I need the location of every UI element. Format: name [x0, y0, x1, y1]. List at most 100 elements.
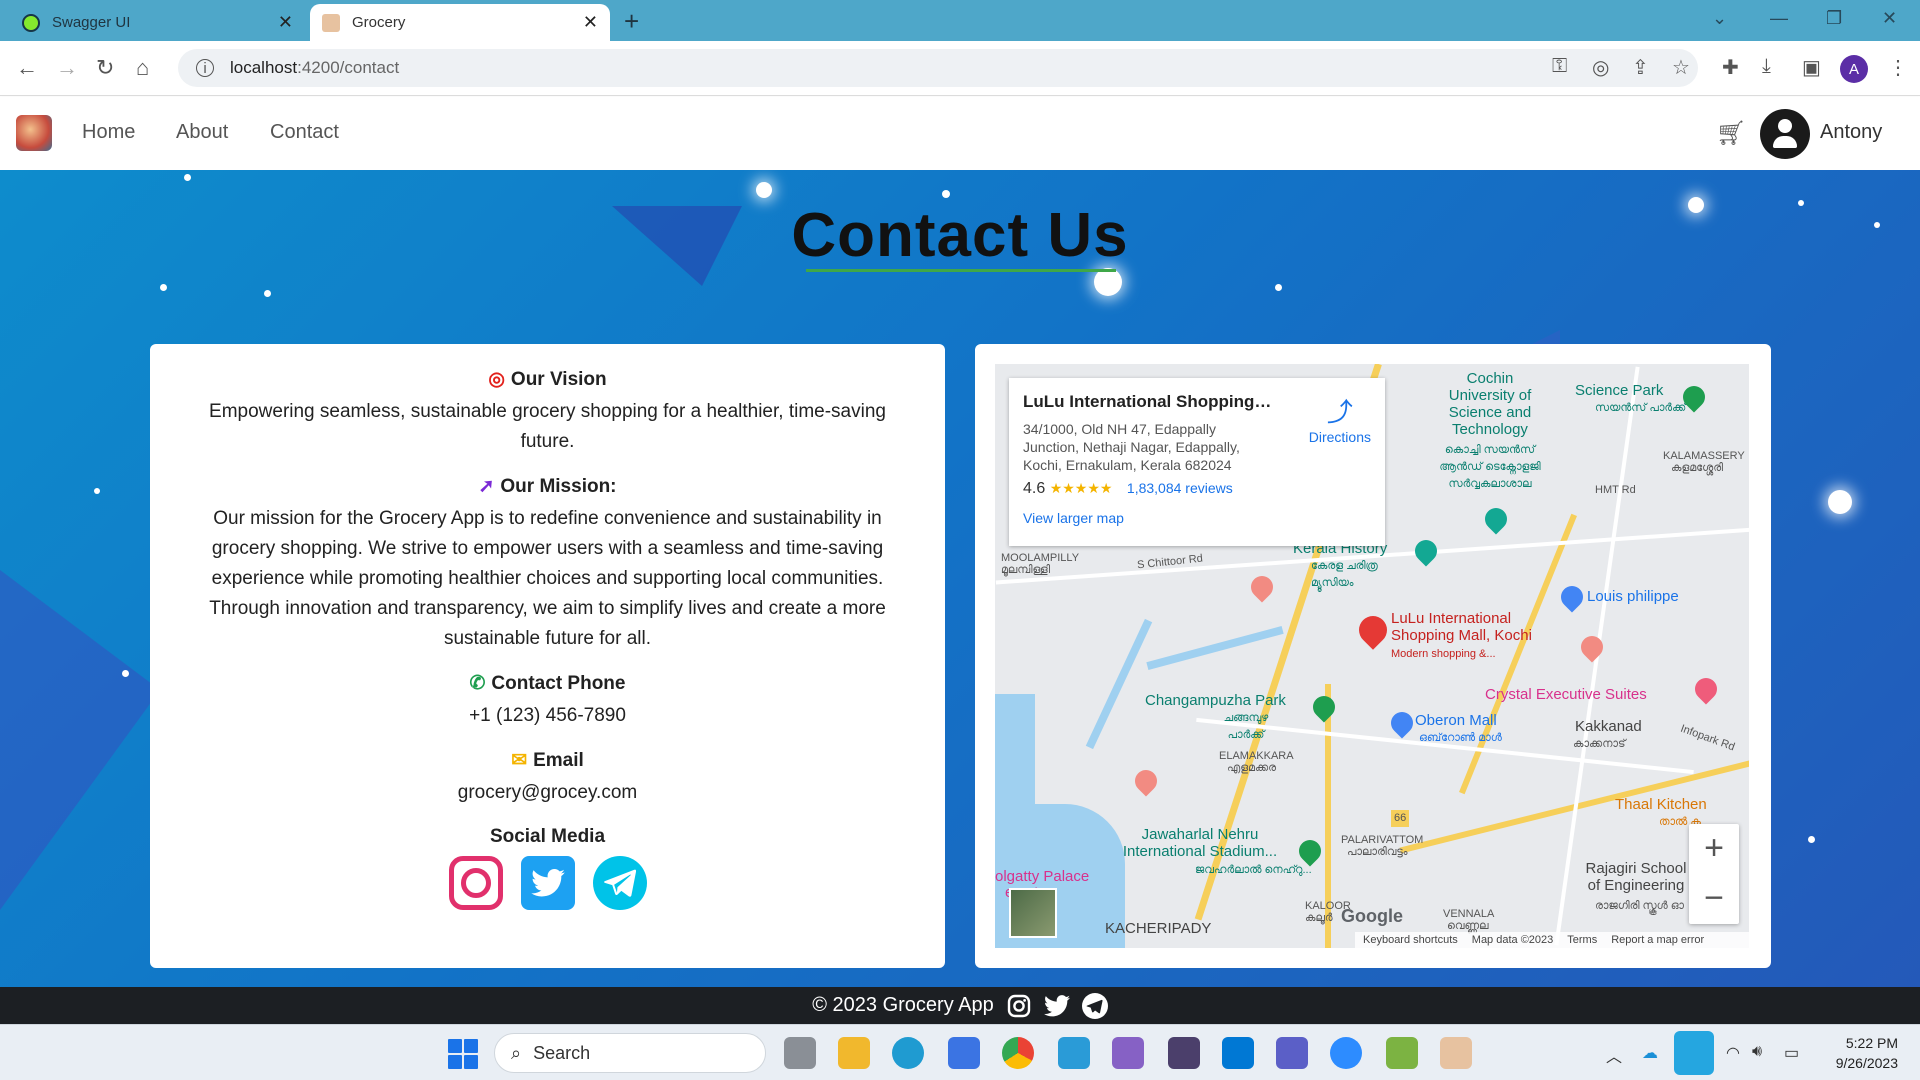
- battery-icon[interactable]: ▭: [1784, 1043, 1799, 1063]
- satellite-toggle[interactable]: [1009, 888, 1057, 938]
- browser-tab-bar: Swagger UI ✕ Grocery ✕ + ⌄ — ❐ ✕: [0, 0, 1920, 41]
- back-icon[interactable]: ←: [16, 55, 38, 81]
- twitter-icon[interactable]: [1043, 993, 1070, 1019]
- hospital-pin-icon[interactable]: [1576, 631, 1608, 663]
- side-panel-icon[interactable]: ▣: [1802, 55, 1821, 80]
- grocery-logo[interactable]: [16, 115, 52, 151]
- hotel-pin-icon[interactable]: [1690, 673, 1722, 705]
- map-attribution: Keyboard shortcuts Map data ©2023 Terms …: [1355, 932, 1749, 948]
- taskbar-search[interactable]: ⌕ Search: [494, 1033, 766, 1073]
- map-label-hmt-rd: HMT Rd: [1595, 484, 1636, 496]
- cart-icon[interactable]: 🛒︎: [1716, 119, 1746, 148]
- directions-label: Directions: [1308, 429, 1371, 445]
- grocery-app-icon[interactable]: [1440, 1037, 1472, 1069]
- store-icon[interactable]: [948, 1037, 980, 1069]
- nav-about[interactable]: About: [176, 121, 228, 144]
- nav-home[interactable]: Home: [82, 121, 135, 144]
- forward-icon[interactable]: →: [56, 55, 78, 81]
- instagram-icon[interactable]: [448, 856, 503, 910]
- menu-kebab-icon[interactable]: ⋮: [1888, 55, 1908, 80]
- bookmark-star-icon[interactable]: ☆: [1672, 55, 1690, 80]
- keyboard-shortcuts-link[interactable]: Keyboard shortcuts: [1363, 934, 1458, 946]
- report-error-link[interactable]: Report a map error: [1611, 934, 1704, 946]
- url-bar[interactable]: i localhost:4200/contact: [178, 49, 1698, 87]
- system-clock[interactable]: 5:22 PM 9/26/2023: [1820, 1033, 1898, 1073]
- museum-pin-icon[interactable]: [1410, 535, 1442, 567]
- download-icon[interactable]: ⤓: [1762, 55, 1771, 78]
- tab-grocery[interactable]: Grocery ✕: [310, 4, 610, 41]
- show-hidden-icons[interactable]: ︿: [1606, 1043, 1622, 1067]
- map-label-kalamassery-ml: കളമശ്ശേരി: [1671, 462, 1724, 474]
- map-label-kacheripady: KACHERIPADY: [1105, 920, 1212, 937]
- mall-pin-icon[interactable]: [1386, 707, 1418, 739]
- phone-heading: Contact Phone: [491, 673, 626, 694]
- home-icon[interactable]: ⌂: [136, 55, 149, 81]
- zoom-icon[interactable]: [1330, 1037, 1362, 1069]
- hospital-pin-icon[interactable]: [1130, 765, 1162, 797]
- eye-off-icon[interactable]: ◎: [1592, 55, 1609, 80]
- twitter-icon[interactable]: [520, 856, 575, 910]
- envelope-icon: ✉: [511, 750, 528, 771]
- tab-swagger-ui[interactable]: Swagger UI ✕: [10, 4, 305, 41]
- app-footer: © 2023 Grocery App: [0, 987, 1920, 1024]
- chrome-icon[interactable]: [1002, 1037, 1034, 1069]
- microphone-icon[interactable]: [1674, 1031, 1714, 1075]
- tab-search-icon[interactable]: ⌄: [1712, 8, 1727, 29]
- close-tab-icon[interactable]: ✕: [278, 12, 293, 33]
- reviews-link[interactable]: 1,83,084 reviews: [1127, 480, 1233, 496]
- clock-date: 9/26/2023: [1835, 1055, 1898, 1071]
- user-avatar[interactable]: [1760, 109, 1810, 159]
- google-map[interactable]: Cochin University of Science and Technol…: [995, 364, 1749, 948]
- new-tab-icon[interactable]: +: [624, 6, 639, 37]
- task-view-icon[interactable]: [784, 1037, 816, 1069]
- map-label-jawaharlal: Jawaharlal Nehru International Stadium..…: [1122, 826, 1278, 860]
- volume-icon[interactable]: 🔊︎: [1752, 1043, 1762, 1061]
- share-icon[interactable]: ⇪: [1632, 55, 1649, 80]
- close-window-icon[interactable]: ✕: [1882, 8, 1897, 29]
- terminal-icon[interactable]: [1168, 1037, 1200, 1069]
- key-icon[interactable]: ⚿: [1552, 55, 1567, 78]
- onedrive-icon[interactable]: ☁: [1642, 1043, 1658, 1063]
- terms-link[interactable]: Terms: [1567, 934, 1597, 946]
- windows-start-icon[interactable]: [448, 1039, 478, 1069]
- file-explorer-icon[interactable]: [838, 1037, 870, 1069]
- email-heading: Email: [533, 750, 584, 771]
- teams-icon[interactable]: [1276, 1037, 1308, 1069]
- decor-star: [1828, 490, 1852, 514]
- telegram-icon[interactable]: [592, 856, 647, 910]
- map-label-elamakkara-ml: എളമക്കര: [1227, 762, 1277, 774]
- decor-star: [122, 670, 129, 677]
- tab-title: Grocery: [352, 14, 406, 31]
- edge-icon[interactable]: [892, 1037, 924, 1069]
- reload-icon[interactable]: ↻: [96, 55, 114, 81]
- park-pin-icon[interactable]: [1308, 691, 1340, 723]
- telegram-icon[interactable]: [1081, 992, 1108, 1019]
- extensions-icon[interactable]: ✚: [1722, 55, 1739, 80]
- restore-icon[interactable]: ❐: [1826, 8, 1842, 29]
- close-tab-icon[interactable]: ✕: [583, 12, 598, 33]
- username[interactable]: Antony: [1820, 121, 1882, 144]
- map-data-text: Map data ©2023: [1471, 934, 1554, 946]
- map-label-infopark-rd: Infopark Rd: [1678, 722, 1737, 754]
- phone-number: +1 (123) 456-7890: [469, 705, 626, 726]
- lulu-mall-pin-icon[interactable]: [1353, 610, 1393, 650]
- nav-contact[interactable]: Contact: [270, 121, 339, 144]
- profile-avatar[interactable]: A: [1840, 55, 1868, 83]
- notepad-icon[interactable]: [1058, 1037, 1090, 1069]
- zoom-in-button[interactable]: +: [1689, 824, 1739, 874]
- zoom-out-button[interactable]: −: [1689, 874, 1739, 924]
- visual-studio-icon[interactable]: [1112, 1037, 1144, 1069]
- map-label-science-park: Science Park: [1575, 382, 1664, 399]
- directions-button[interactable]: ⤴ Directions: [1309, 392, 1371, 445]
- university-pin-icon[interactable]: [1480, 503, 1512, 535]
- vscode-icon[interactable]: [1222, 1037, 1254, 1069]
- site-info-icon[interactable]: i: [196, 59, 214, 77]
- snipping-tool-icon[interactable]: [1386, 1037, 1418, 1069]
- wifi-icon[interactable]: ◠: [1726, 1043, 1740, 1063]
- view-larger-map-link[interactable]: View larger map: [1023, 510, 1371, 526]
- instagram-icon[interactable]: [1006, 993, 1032, 1019]
- shopping-pin-icon[interactable]: [1556, 581, 1588, 613]
- minimize-icon[interactable]: —: [1770, 8, 1788, 29]
- map-label-science-park-ml: സയൻസ് പാർക്ക്: [1595, 402, 1687, 414]
- hospital-pin-icon[interactable]: [1246, 571, 1278, 603]
